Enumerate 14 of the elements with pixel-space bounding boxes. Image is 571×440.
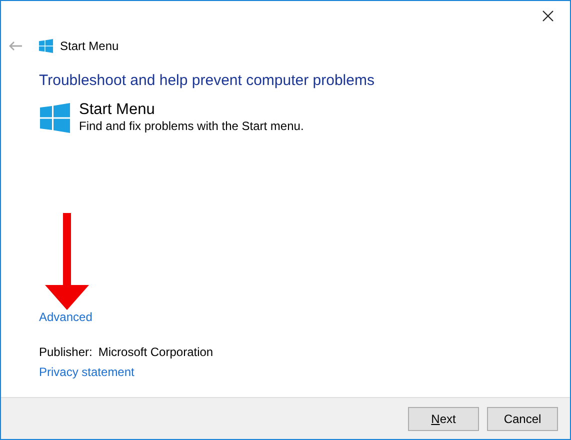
window-title: Start Menu (60, 39, 119, 53)
troubleshooter-description: Find and fix problems with the Start menu. (79, 119, 304, 134)
windows-logo-icon (39, 39, 53, 53)
down-arrow-icon (44, 213, 90, 311)
publisher-label: Publisher: (39, 344, 92, 360)
page-heading: Troubleshoot and help prevent computer problems (39, 71, 376, 91)
close-icon[interactable] (542, 10, 554, 22)
windows-logo-icon (40, 103, 70, 133)
publisher-name: Microsoft Corporation (98, 344, 214, 360)
advanced-link[interactable]: Advanced (39, 309, 92, 325)
privacy-statement-link[interactable]: Privacy statement (39, 364, 134, 380)
dialog-button[interactable]: Next (408, 406, 479, 430)
troubleshooter-name: Start Menu (79, 100, 156, 119)
dialog-button[interactable]: Cancel (487, 406, 558, 430)
